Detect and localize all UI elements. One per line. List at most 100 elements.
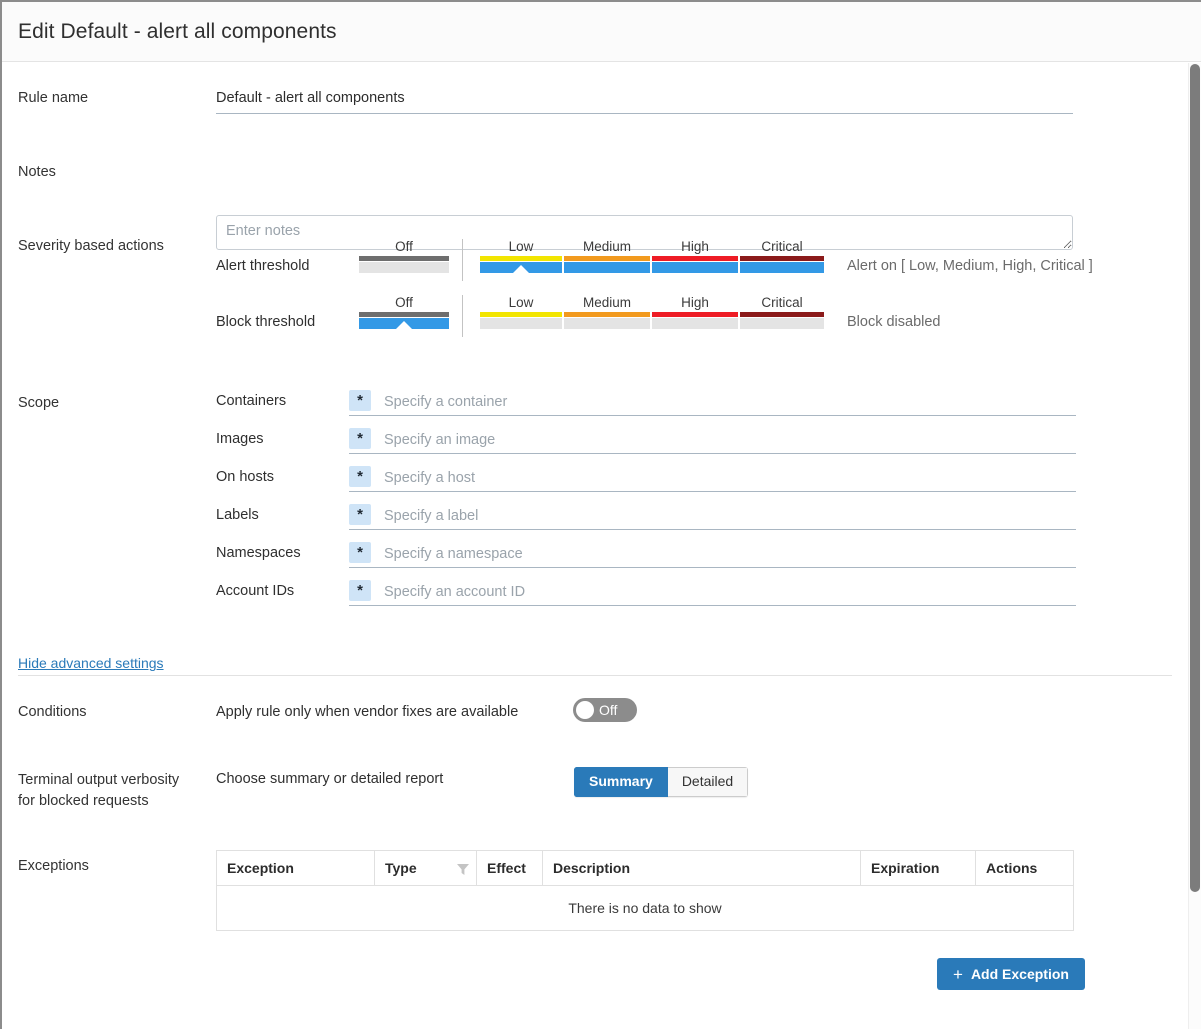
block-segment-low-colorbar: [480, 312, 562, 317]
alert-segment-off[interactable]: Off: [359, 239, 449, 273]
block-segment-critical-fill: [740, 318, 824, 329]
plus-icon: +: [953, 966, 963, 983]
block-segment-critical-colorbar: [740, 312, 824, 317]
scope-label-containers: Containers: [216, 393, 286, 409]
block-segment-low-label: Low: [480, 295, 562, 311]
scope-label-images: Images: [216, 431, 264, 447]
block-slider-divider: [462, 295, 463, 337]
alert-slider-divider: [462, 239, 463, 281]
column-header-description[interactable]: Description: [543, 851, 861, 886]
scope-field-containers[interactable]: *: [349, 390, 1076, 416]
hide-advanced-settings-link[interactable]: Hide advanced settings: [18, 655, 164, 671]
alert-segment-low-fill: [480, 262, 562, 273]
alert-segment-off-fill: [359, 262, 449, 273]
wildcard-asterisk-icon: *: [349, 390, 371, 411]
exceptions-label: Exceptions: [18, 856, 89, 876]
verbosity-option-detailed[interactable]: Detailed: [668, 767, 748, 797]
scope-input-namespaces[interactable]: [382, 542, 1076, 565]
block-segment-high-fill: [652, 318, 738, 329]
alert-segment-high-fill: [652, 262, 738, 273]
block-segment-medium-label: Medium: [564, 295, 650, 311]
column-header-effect[interactable]: Effect: [477, 851, 543, 886]
verbosity-label-line1: Terminal output verbosity: [18, 772, 179, 788]
alert-segment-critical-label: Critical: [740, 239, 824, 255]
verbosity-label: Terminal output verbosity for blocked re…: [18, 770, 198, 812]
scope-input-containers[interactable]: [382, 390, 1076, 413]
alert-segment-high-colorbar: [652, 256, 738, 261]
add-exception-button[interactable]: + Add Exception: [937, 958, 1085, 990]
alert-segment-medium-label: Medium: [564, 239, 650, 255]
column-header-type-label: Type: [385, 860, 417, 876]
block-segment-off-fill: [359, 318, 449, 329]
alert-segment-high-label: High: [652, 239, 738, 255]
scope-input-labels[interactable]: [382, 504, 1076, 527]
exceptions-table: Exception Type Effect Description Expira…: [216, 850, 1074, 931]
edit-rule-dialog: Edit Default - alert all components Rule…: [0, 0, 1201, 1029]
conditions-label: Conditions: [18, 702, 87, 722]
vendor-fixes-toggle[interactable]: Off: [573, 698, 637, 722]
vertical-scrollbar-track[interactable]: [1188, 63, 1201, 1029]
alert-segment-off-label: Off: [359, 239, 449, 255]
scope-field-labels[interactable]: *: [349, 504, 1076, 530]
scope-field-on-hosts[interactable]: *: [349, 466, 1076, 492]
wildcard-asterisk-icon: *: [349, 466, 371, 487]
alert-segment-medium[interactable]: Medium: [564, 239, 650, 273]
conditions-description: Apply rule only when vendor fixes are av…: [216, 702, 518, 722]
block-segment-off[interactable]: Off: [359, 295, 449, 329]
alert-threshold-label: Alert threshold: [216, 256, 310, 276]
wildcard-asterisk-icon: *: [349, 580, 371, 601]
alert-segment-high[interactable]: High: [652, 239, 738, 273]
block-segment-high-label: High: [652, 295, 738, 311]
toggle-knob-icon: [576, 701, 594, 719]
rule-name-input[interactable]: [216, 88, 1073, 114]
block-segment-high[interactable]: High: [652, 295, 738, 329]
add-exception-button-label: Add Exception: [971, 966, 1069, 982]
scope-section-label: Scope: [18, 393, 59, 413]
block-segment-medium-fill: [564, 318, 650, 329]
block-threshold-label: Block threshold: [216, 312, 315, 332]
block-slider-handle-notch[interactable]: [395, 321, 413, 329]
alert-segment-critical[interactable]: Critical: [740, 239, 824, 273]
verbosity-segmented-control: Summary Detailed: [574, 767, 748, 797]
severity-section-label: Severity based actions: [18, 236, 164, 256]
scope-field-account-ids[interactable]: *: [349, 580, 1076, 606]
scope-field-images[interactable]: *: [349, 428, 1076, 454]
alert-segment-off-colorbar: [359, 256, 449, 261]
scope-label-on-hosts: On hosts: [216, 469, 274, 485]
block-segment-low[interactable]: Low: [480, 295, 562, 329]
block-segment-critical-label: Critical: [740, 295, 824, 311]
toggle-state-label: Off: [599, 698, 617, 722]
notes-label: Notes: [18, 162, 56, 182]
block-segment-medium[interactable]: Medium: [564, 295, 650, 329]
wildcard-asterisk-icon: *: [349, 428, 371, 449]
scope-input-account-ids[interactable]: [382, 580, 1076, 603]
scope-input-images[interactable]: [382, 428, 1076, 451]
dialog-scroll-content: Rule name Notes Severity based actions A…: [2, 63, 1201, 1029]
block-segment-high-colorbar: [652, 312, 738, 317]
wildcard-asterisk-icon: *: [349, 542, 371, 563]
block-segment-medium-colorbar: [564, 312, 650, 317]
verbosity-option-summary[interactable]: Summary: [574, 767, 668, 797]
vertical-scrollbar-thumb[interactable]: [1190, 64, 1200, 892]
alert-segment-low-label: Low: [480, 239, 562, 255]
column-header-type[interactable]: Type: [375, 851, 477, 886]
block-threshold-summary: Block disabled: [847, 312, 941, 332]
column-header-exception[interactable]: Exception: [217, 851, 375, 886]
alert-threshold-summary: Alert on [ Low, Medium, High, Critical ]: [847, 256, 1093, 276]
alert-segment-medium-colorbar: [564, 256, 650, 261]
alert-slider-handle-notch[interactable]: [512, 265, 530, 273]
scope-input-on-hosts[interactable]: [382, 466, 1076, 489]
wildcard-asterisk-icon: *: [349, 504, 371, 525]
verbosity-description: Choose summary or detailed report: [216, 769, 443, 789]
page-title: Edit Default - alert all components: [2, 20, 337, 44]
column-header-actions[interactable]: Actions: [976, 851, 1074, 886]
filter-icon[interactable]: [457, 862, 469, 873]
block-segment-critical[interactable]: Critical: [740, 295, 824, 329]
column-header-expiration[interactable]: Expiration: [861, 851, 976, 886]
alert-segment-low[interactable]: Low: [480, 239, 562, 273]
block-segment-off-label: Off: [359, 295, 449, 311]
alert-segment-medium-fill: [564, 262, 650, 273]
scope-label-account-ids: Account IDs: [216, 583, 294, 599]
alert-segment-low-colorbar: [480, 256, 562, 261]
scope-field-namespaces[interactable]: *: [349, 542, 1076, 568]
